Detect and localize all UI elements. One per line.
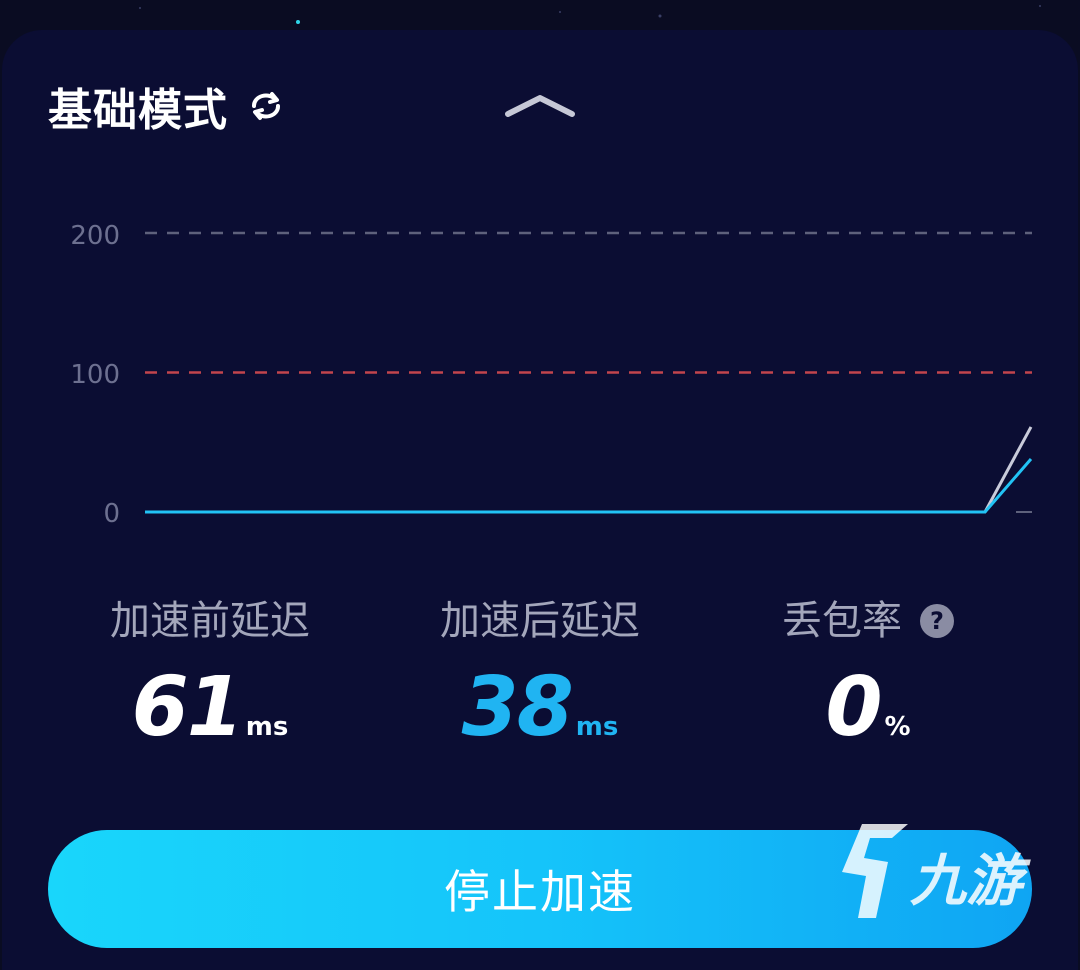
latency-chart: 200 100 0	[70, 221, 1033, 529]
refresh-icon[interactable]	[246, 86, 286, 126]
latency-series-line	[145, 458, 1033, 514]
metric-loss: 丢包率 ? 0 %	[718, 592, 1018, 755]
y-tick-label: 100	[70, 360, 120, 390]
mode-label: 基础模式	[48, 85, 228, 136]
metric-after: 加速后延迟 38 ms	[390, 592, 690, 755]
metric-before-label: 加速前延迟	[110, 598, 310, 644]
mode-selector[interactable]: 基础模式	[48, 78, 286, 136]
metric-loss-label: 丢包率	[782, 598, 902, 644]
metric-before-unit: ms	[245, 712, 289, 742]
metric-loss-unit: %	[884, 712, 911, 742]
metric-after-value: 38	[461, 660, 574, 755]
metric-after-unit: ms	[575, 712, 619, 742]
y-tick-label: 0	[103, 499, 120, 529]
y-tick-label: 200	[70, 221, 120, 251]
chevron-up-icon[interactable]	[502, 92, 578, 122]
watermark-text: 九游	[910, 849, 1031, 914]
help-icon[interactable]: ?	[920, 604, 954, 638]
latency-series-line	[145, 426, 1033, 514]
metric-before-value: 61	[131, 660, 244, 755]
metric-after-label: 加速后延迟	[440, 598, 640, 644]
metric-loss-value: 0	[825, 660, 882, 755]
jiuyou-watermark: 九游	[842, 824, 1031, 918]
metric-before: 加速前延迟 61 ms	[60, 592, 360, 755]
